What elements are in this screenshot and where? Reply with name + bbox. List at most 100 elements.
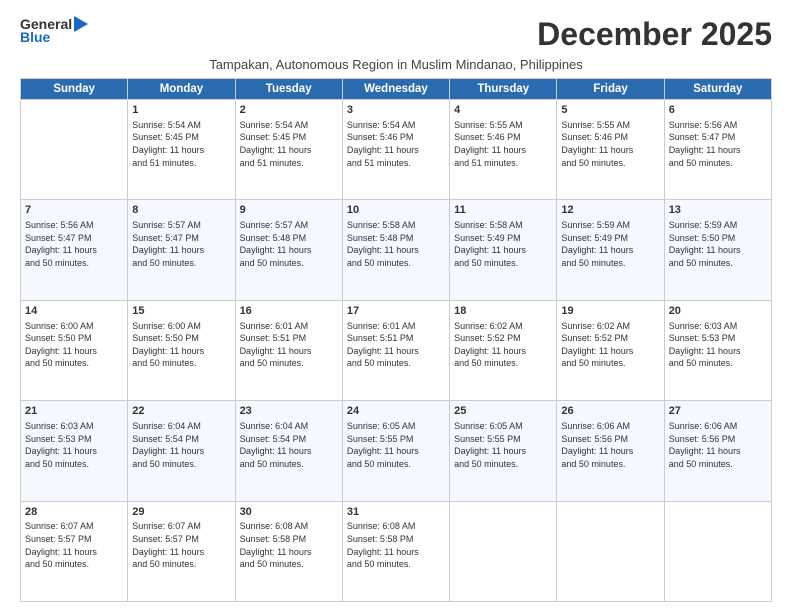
calendar-header: Sunday Monday Tuesday Wednesday Thursday… [21, 79, 772, 100]
day-number: 25 [454, 404, 552, 419]
day-number: 7 [25, 203, 123, 218]
day-number: 18 [454, 304, 552, 319]
calendar-cell: 11Sunrise: 5:58 AM Sunset: 5:49 PM Dayli… [450, 200, 557, 300]
logo-blue: Blue [20, 30, 50, 44]
calendar-table: Sunday Monday Tuesday Wednesday Thursday… [20, 78, 772, 602]
day-info: Sunrise: 6:05 AM Sunset: 5:55 PM Dayligh… [347, 420, 445, 470]
calendar-cell: 6Sunrise: 5:56 AM Sunset: 5:47 PM Daylig… [664, 100, 771, 200]
day-info: Sunrise: 5:57 AM Sunset: 5:47 PM Dayligh… [132, 219, 230, 269]
day-number: 4 [454, 103, 552, 118]
day-number: 5 [561, 103, 659, 118]
day-info: Sunrise: 6:06 AM Sunset: 5:56 PM Dayligh… [561, 420, 659, 470]
day-info: Sunrise: 6:04 AM Sunset: 5:54 PM Dayligh… [132, 420, 230, 470]
calendar-cell [557, 501, 664, 601]
day-number: 19 [561, 304, 659, 319]
day-info: Sunrise: 6:02 AM Sunset: 5:52 PM Dayligh… [561, 320, 659, 370]
calendar-cell: 9Sunrise: 5:57 AM Sunset: 5:48 PM Daylig… [235, 200, 342, 300]
day-info: Sunrise: 5:56 AM Sunset: 5:47 PM Dayligh… [669, 119, 767, 169]
day-number: 31 [347, 505, 445, 520]
calendar-cell: 1Sunrise: 5:54 AM Sunset: 5:45 PM Daylig… [128, 100, 235, 200]
calendar-week-1: 1 Sunrise: 5:54 AM Sunset: 5:45 PM Daylig… [21, 100, 772, 200]
header: General Blue December 2025 [20, 16, 772, 53]
day-info: Sunrise: 6:03 AM Sunset: 5:53 PM Dayligh… [25, 420, 123, 470]
day-info: Sunrise: 6:04 AM Sunset: 5:54 PM Dayligh… [240, 420, 338, 470]
col-monday: Monday [128, 79, 235, 100]
day-number: 27 [669, 404, 767, 419]
col-tuesday: Tuesday [235, 79, 342, 100]
calendar-body: 1 Sunrise: 5:54 AM Sunset: 5:45 PM Daylig… [21, 100, 772, 602]
logo: General Blue [20, 16, 88, 44]
day-info: Sunrise: 6:07 AM Sunset: 5:57 PM Dayligh… [25, 520, 123, 570]
calendar-cell: 22Sunrise: 6:04 AM Sunset: 5:54 PM Dayli… [128, 401, 235, 501]
header-row: Sunday Monday Tuesday Wednesday Thursday… [21, 79, 772, 100]
day-info: Sunrise: 6:03 AM Sunset: 5:53 PM Dayligh… [669, 320, 767, 370]
day-info: Sunrise: 5:58 AM Sunset: 5:49 PM Dayligh… [454, 219, 552, 269]
col-thursday: Thursday [450, 79, 557, 100]
day-number: 1 [132, 103, 230, 118]
day-number: 11 [454, 203, 552, 218]
calendar-cell: 10Sunrise: 5:58 AM Sunset: 5:48 PM Dayli… [342, 200, 449, 300]
day-info: Sunrise: 5:59 AM Sunset: 5:50 PM Dayligh… [669, 219, 767, 269]
calendar-cell [664, 501, 771, 601]
calendar-cell: 7Sunrise: 5:56 AM Sunset: 5:47 PM Daylig… [21, 200, 128, 300]
day-number: 24 [347, 404, 445, 419]
day-info: Sunrise: 6:07 AM Sunset: 5:57 PM Dayligh… [132, 520, 230, 570]
calendar-cell: 29Sunrise: 6:07 AM Sunset: 5:57 PM Dayli… [128, 501, 235, 601]
calendar-week-3: 14 Sunrise: 6:00 AM Sunset: 5:50 PM Dayli… [21, 300, 772, 400]
calendar-cell: 18Sunrise: 6:02 AM Sunset: 5:52 PM Dayli… [450, 300, 557, 400]
day-info: Sunrise: 5:54 AM Sunset: 5:45 PM Dayligh… [240, 119, 338, 169]
main-title: December 2025 [537, 16, 772, 53]
day-info: Sunrise: 5:56 AM Sunset: 5:47 PM Dayligh… [25, 219, 123, 269]
day-number: 29 [132, 505, 230, 520]
calendar-cell [450, 501, 557, 601]
day-info: Sunrise: 6:06 AM Sunset: 5:56 PM Dayligh… [669, 420, 767, 470]
col-saturday: Saturday [664, 79, 771, 100]
calendar-cell: 8Sunrise: 5:57 AM Sunset: 5:47 PM Daylig… [128, 200, 235, 300]
calendar-cell: 23Sunrise: 6:04 AM Sunset: 5:54 PM Dayli… [235, 401, 342, 501]
day-number: 12 [561, 203, 659, 218]
page: General Blue December 2025 Tampakan, Aut… [0, 0, 792, 612]
day-number: 3 [347, 103, 445, 118]
calendar-cell: 16Sunrise: 6:01 AM Sunset: 5:51 PM Dayli… [235, 300, 342, 400]
day-info: Sunrise: 6:05 AM Sunset: 5:55 PM Dayligh… [454, 420, 552, 470]
calendar-cell [21, 100, 128, 200]
calendar-cell: 30Sunrise: 6:08 AM Sunset: 5:58 PM Dayli… [235, 501, 342, 601]
calendar-cell: 3Sunrise: 5:54 AM Sunset: 5:46 PM Daylig… [342, 100, 449, 200]
calendar-week-2: 7Sunrise: 5:56 AM Sunset: 5:47 PM Daylig… [21, 200, 772, 300]
day-info: Sunrise: 5:54 AM Sunset: 5:46 PM Dayligh… [347, 119, 445, 169]
day-info: Sunrise: 6:00 AM Sunset: 5:50 PM Dayligh… [132, 320, 230, 370]
calendar-cell: 12Sunrise: 5:59 AM Sunset: 5:49 PM Dayli… [557, 200, 664, 300]
calendar-cell: 31Sunrise: 6:08 AM Sunset: 5:58 PM Dayli… [342, 501, 449, 601]
day-number: 2 [240, 103, 338, 118]
calendar-week-5: 28Sunrise: 6:07 AM Sunset: 5:57 PM Dayli… [21, 501, 772, 601]
subtitle: Tampakan, Autonomous Region in Muslim Mi… [20, 57, 772, 72]
calendar-cell: 21Sunrise: 6:03 AM Sunset: 5:53 PM Dayli… [21, 401, 128, 501]
col-wednesday: Wednesday [342, 79, 449, 100]
day-number: 13 [669, 203, 767, 218]
calendar-cell: 25Sunrise: 6:05 AM Sunset: 5:55 PM Dayli… [450, 401, 557, 501]
day-info: Sunrise: 6:02 AM Sunset: 5:52 PM Dayligh… [454, 320, 552, 370]
day-info: Sunrise: 6:08 AM Sunset: 5:58 PM Dayligh… [240, 520, 338, 570]
day-info: Sunrise: 6:01 AM Sunset: 5:51 PM Dayligh… [347, 320, 445, 370]
logo-triangle-icon [74, 16, 88, 32]
day-number: 20 [669, 304, 767, 319]
col-sunday: Sunday [21, 79, 128, 100]
day-number: 15 [132, 304, 230, 319]
calendar-cell: 4Sunrise: 5:55 AM Sunset: 5:46 PM Daylig… [450, 100, 557, 200]
day-number: 23 [240, 404, 338, 419]
day-number: 14 [25, 304, 123, 319]
calendar-cell: 14Sunrise: 6:00 AM Sunset: 5:50 PM Dayli… [21, 300, 128, 400]
day-info: Sunrise: 5:58 AM Sunset: 5:48 PM Dayligh… [347, 219, 445, 269]
day-info: Sunrise: 6:01 AM Sunset: 5:51 PM Dayligh… [240, 320, 338, 370]
calendar-cell: 24Sunrise: 6:05 AM Sunset: 5:55 PM Dayli… [342, 401, 449, 501]
calendar-cell: 2Sunrise: 5:54 AM Sunset: 5:45 PM Daylig… [235, 100, 342, 200]
calendar-cell: 17Sunrise: 6:01 AM Sunset: 5:51 PM Dayli… [342, 300, 449, 400]
day-number: 10 [347, 203, 445, 218]
day-info: Sunrise: 5:55 AM Sunset: 5:46 PM Dayligh… [561, 119, 659, 169]
calendar-cell: 26Sunrise: 6:06 AM Sunset: 5:56 PM Dayli… [557, 401, 664, 501]
calendar-cell: 27Sunrise: 6:06 AM Sunset: 5:56 PM Dayli… [664, 401, 771, 501]
day-number: 21 [25, 404, 123, 419]
col-friday: Friday [557, 79, 664, 100]
calendar-cell: 15Sunrise: 6:00 AM Sunset: 5:50 PM Dayli… [128, 300, 235, 400]
calendar-cell: 20Sunrise: 6:03 AM Sunset: 5:53 PM Dayli… [664, 300, 771, 400]
